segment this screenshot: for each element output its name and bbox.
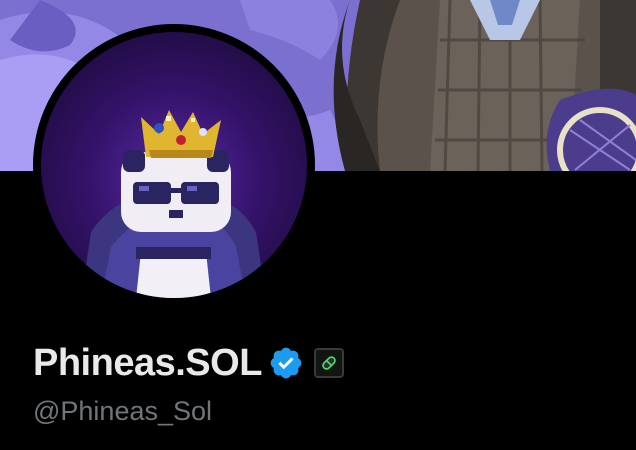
affiliate-badge[interactable]: [313, 348, 344, 378]
profile-name-row: Phineas.SOL: [33, 340, 344, 386]
display-name: Phineas.SOL: [33, 342, 262, 384]
pixel-panda-with-crown-avatar: [81, 110, 266, 298]
green-pill-icon: [322, 356, 336, 370]
avatar[interactable]: [41, 32, 307, 298]
verified-badge-icon[interactable]: [268, 345, 304, 381]
profile-handle: @Phineas_Sol: [33, 396, 213, 426]
